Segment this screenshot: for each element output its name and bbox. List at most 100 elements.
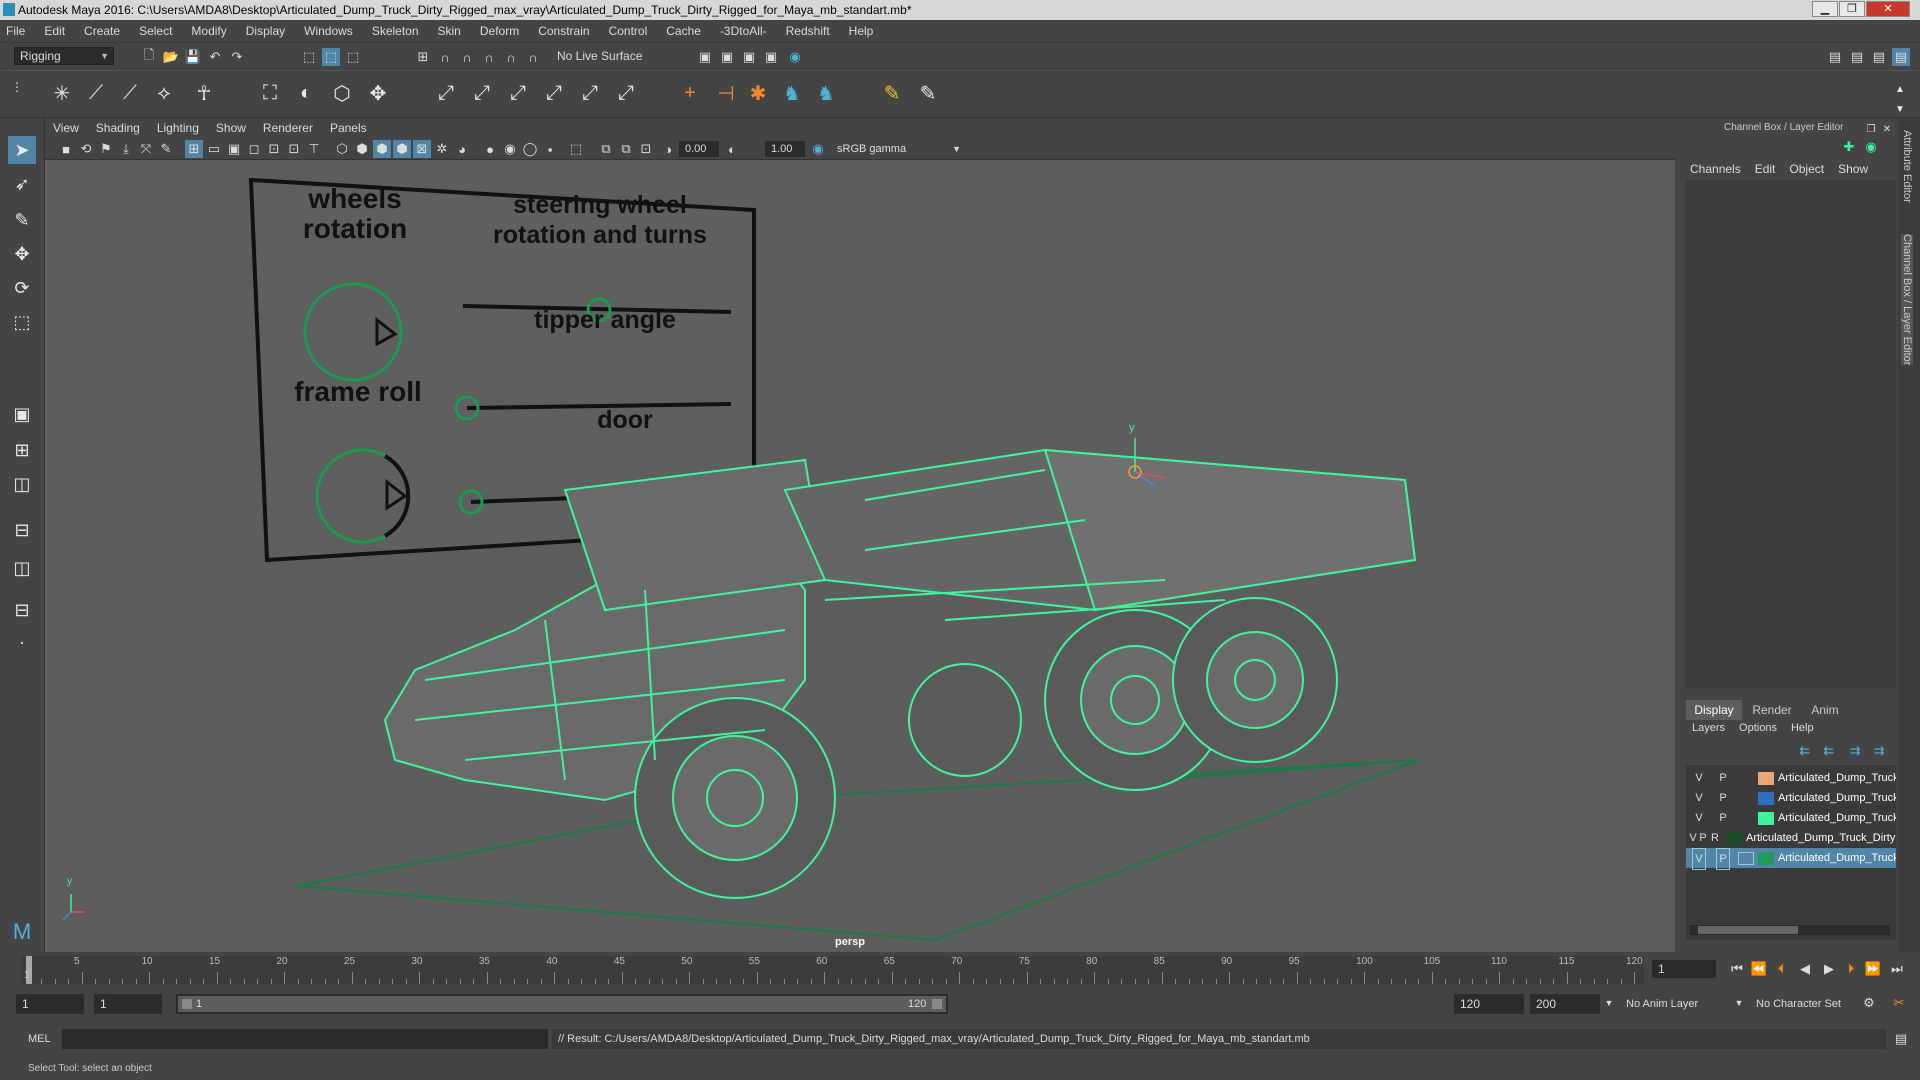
menu-modify[interactable]: Modify: [191, 24, 226, 38]
menu-cache[interactable]: Cache: [666, 24, 701, 38]
cluster-icon[interactable]: ✥: [364, 79, 392, 107]
hypershade-icon[interactable]: ◉: [786, 48, 804, 66]
set-driven-key-icon[interactable]: ✱: [744, 79, 772, 107]
scale-constraint-icon[interactable]: ⤢: [540, 79, 568, 107]
playback-end-field[interactable]: 120: [1454, 994, 1524, 1014]
step-back-key-icon[interactable]: ⏪: [1750, 960, 1768, 978]
menu-windows[interactable]: Windows: [304, 24, 353, 38]
layer-playback[interactable]: P: [1716, 808, 1730, 828]
persp-outliner-layout-icon[interactable]: ⊟: [8, 516, 36, 544]
lattice-icon[interactable]: ⬡: [328, 79, 356, 107]
camera-attributes-icon[interactable]: ⟲: [77, 140, 95, 158]
gamma-field[interactable]: 1.00: [765, 141, 805, 157]
menu-edit[interactable]: Edit: [44, 24, 65, 38]
tab-anim[interactable]: Anim: [1800, 700, 1850, 720]
parent-constraint-icon[interactable]: ⤢: [576, 79, 604, 107]
menu-deform[interactable]: Deform: [480, 24, 519, 38]
time-slider-track[interactable]: 5 10 15 20 25 30 35 40 45 50 55 60 65 70 75 80 85 90 95 100…: [22, 956, 1644, 984]
move-layer-down-icon[interactable]: ⇇: [1820, 742, 1838, 760]
grease-pencil-icon[interactable]: ✎: [157, 140, 175, 158]
layer-visibility[interactable]: V: [1692, 848, 1706, 870]
custom-layout-icon[interactable]: ·: [8, 628, 36, 656]
select-tool-icon[interactable]: ➤: [8, 136, 36, 164]
channel-box-manip-icon[interactable]: ✚: [1840, 138, 1858, 156]
field-chart-icon[interactable]: ⊡: [265, 140, 283, 158]
exposure-field[interactable]: 0.00: [679, 141, 719, 157]
resolution-gate-icon[interactable]: ▣: [225, 140, 243, 158]
layer-visibility[interactable]: V: [1692, 808, 1706, 828]
save-scene-icon[interactable]: 💾: [184, 48, 202, 66]
pose-editor-icon[interactable]: ♞: [778, 79, 806, 107]
layer-color-swatch[interactable]: [1758, 852, 1774, 865]
color-management-icon[interactable]: ◉: [809, 140, 827, 158]
ik-handle-icon[interactable]: ⟋: [82, 79, 110, 107]
joint-tool-icon[interactable]: ✳: [48, 79, 76, 107]
pole-vector-icon[interactable]: ⤢: [612, 79, 640, 107]
animation-prefs-icon[interactable]: ✂: [1890, 994, 1908, 1012]
step-back-frame-icon[interactable]: ⏴: [1772, 960, 1790, 978]
layer-color-swatch[interactable]: [1758, 772, 1774, 785]
select-hierarchy-icon[interactable]: ⬚: [300, 48, 318, 66]
rotate-tool-icon[interactable]: ⟳: [8, 274, 36, 302]
go-to-end-icon[interactable]: ⏭: [1888, 960, 1906, 978]
xray-components-icon[interactable]: ⧉: [617, 140, 635, 158]
layer-name[interactable]: Articulated_Dump_Truck_Dirty: [1746, 828, 1896, 848]
layer-name[interactable]: Articulated_Dump_Truck: [1778, 768, 1896, 788]
menu-redshift[interactable]: Redshift: [786, 24, 830, 38]
chevron-down-icon[interactable]: ▼: [1600, 994, 1618, 1012]
layer-row[interactable]: V P R Articulated_Dump_Truck_Dirty: [1686, 828, 1896, 848]
humanik-icon[interactable]: ☥: [190, 79, 218, 107]
two-pane-side-layout-icon[interactable]: ◫: [8, 470, 36, 498]
time-slider[interactable]: 5 10 15 20 25 30 35 40 45 50 55 60 65 70 75 80 85 90 95 100…: [0, 952, 1920, 986]
select-component-icon[interactable]: ⬚: [344, 48, 362, 66]
bind-skin-icon[interactable]: ⛶: [256, 79, 284, 107]
anim-layer-dropdown[interactable]: No Anim Layer: [1626, 994, 1698, 1014]
snap-grid-icon[interactable]: ⊞: [414, 48, 432, 66]
layer-color-swatch[interactable]: [1726, 832, 1742, 845]
redo-icon[interactable]: ↷: [228, 48, 246, 66]
menu-create[interactable]: Create: [84, 24, 120, 38]
chevron-down-icon[interactable]: ▼: [1730, 994, 1748, 1012]
move-layer-up-icon[interactable]: ⇇: [1796, 742, 1814, 760]
tab-display[interactable]: Display: [1686, 700, 1742, 720]
smooth-shade-icon[interactable]: ⬢: [353, 140, 371, 158]
layer-row-selected[interactable]: V P Articulated_Dump_Truck: [1686, 848, 1896, 870]
menu-skeleton[interactable]: Skeleton: [372, 24, 419, 38]
select-camera-icon[interactable]: ■: [57, 140, 75, 158]
grid-toggle-icon[interactable]: ⊞: [185, 140, 203, 158]
step-forward-key-icon[interactable]: ⏩: [1864, 960, 1882, 978]
scale-tool-icon[interactable]: ⬚: [8, 308, 36, 336]
menu-3dtoall[interactable]: -3DtoAll-: [720, 24, 767, 38]
layer-color-swatch[interactable]: [1758, 812, 1774, 825]
new-scene-icon[interactable]: 🗋: [140, 47, 158, 66]
close-button[interactable]: ✕: [1866, 1, 1910, 17]
layer-reference[interactable]: R: [1708, 828, 1722, 848]
gate-mask-icon[interactable]: ◻: [245, 140, 263, 158]
use-all-lights-icon[interactable]: ✲: [433, 140, 451, 158]
render-frame-icon[interactable]: ▣: [718, 48, 736, 66]
anti-aliasing-icon[interactable]: ◯: [521, 140, 539, 158]
hypershade-layout-icon[interactable]: ⊟: [8, 596, 36, 624]
menu-select[interactable]: Select: [139, 24, 172, 38]
panel-menu-lighting[interactable]: Lighting: [157, 121, 199, 135]
undo-icon[interactable]: ↶: [206, 48, 224, 66]
menu-file[interactable]: File: [6, 24, 25, 38]
script-editor-icon[interactable]: ▤: [1892, 1030, 1910, 1048]
point-constraint-icon[interactable]: ⤢: [432, 79, 460, 107]
graph-editor-layout-icon[interactable]: ◫: [8, 554, 36, 582]
image-plane-icon[interactable]: ⤓: [117, 140, 135, 158]
redshift-render-icon[interactable]: ✎: [914, 79, 942, 107]
menuset-dropdown[interactable]: Rigging ▼: [14, 47, 114, 65]
3d-viewport[interactable]: wheels rotation steering wheel rotation …: [45, 160, 1671, 952]
single-pane-layout-icon[interactable]: ▣: [8, 400, 36, 428]
layer-visibility[interactable]: V: [1692, 768, 1706, 788]
layer-color-swatch[interactable]: [1758, 792, 1774, 805]
layer-row[interactable]: V P Articulated_Dump_Truck: [1686, 768, 1896, 788]
command-language-label[interactable]: MEL: [28, 1029, 51, 1049]
gamma-icon[interactable]: ◐: [723, 140, 741, 158]
ipr-render-icon[interactable]: ▣: [740, 48, 758, 66]
depth-of-field-icon[interactable]: ▪: [541, 140, 559, 158]
redshift-light-icon[interactable]: ✎: [878, 79, 906, 107]
layer-horizontal-scrollbar[interactable]: [1690, 925, 1890, 935]
render-settings-icon[interactable]: ▣: [762, 48, 780, 66]
